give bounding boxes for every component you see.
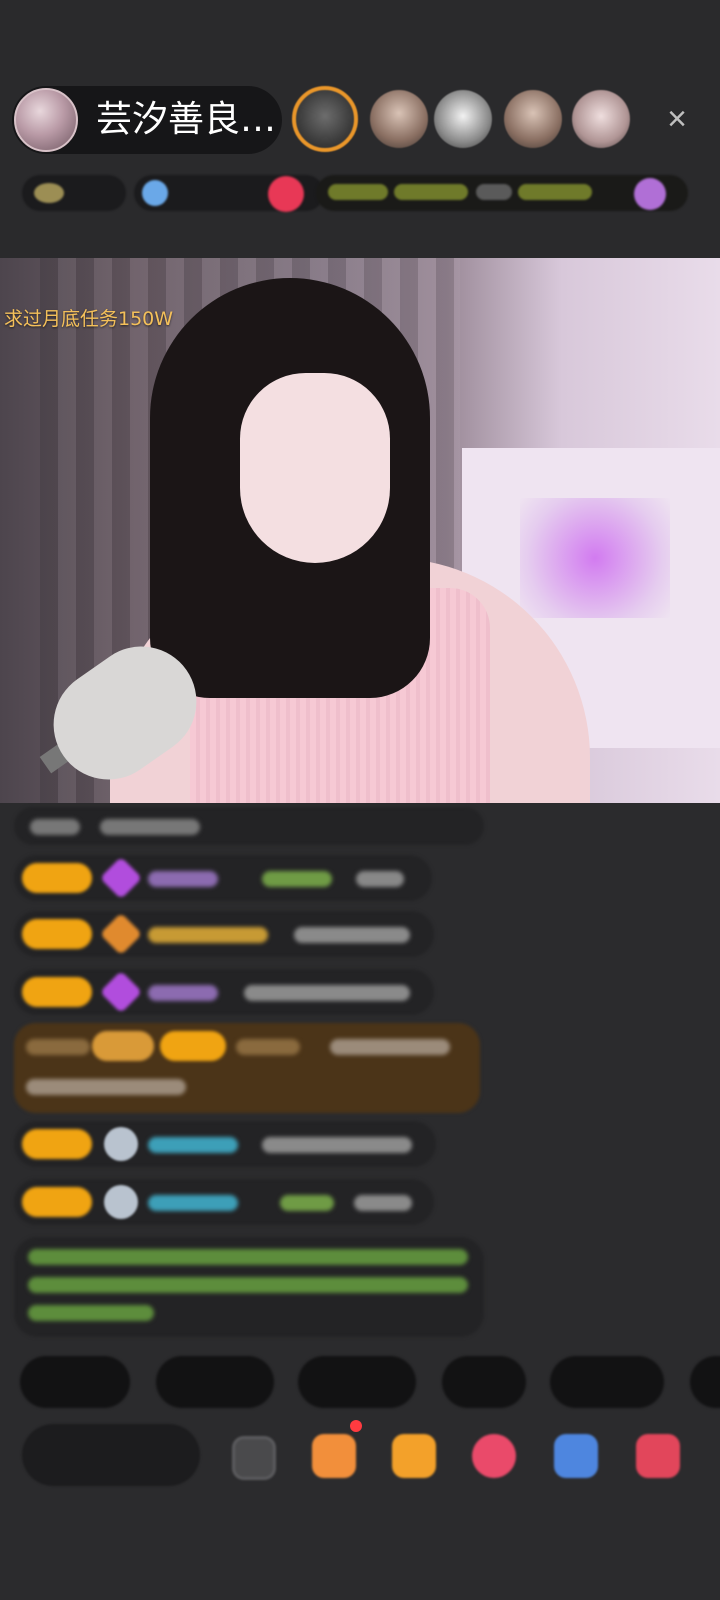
chat-message[interactable] bbox=[14, 807, 484, 845]
quick-reply-chip[interactable] bbox=[442, 1356, 526, 1408]
top-bar: 芸汐善良… × bbox=[0, 0, 720, 260]
viewer-avatar[interactable] bbox=[292, 86, 358, 152]
tag bbox=[518, 184, 592, 200]
quick-reply-chip[interactable] bbox=[156, 1356, 274, 1408]
live-video[interactable]: 求过月底任务150W bbox=[0, 258, 720, 803]
notification-dot bbox=[350, 1420, 362, 1432]
bottom-action-bar bbox=[0, 1418, 720, 1508]
chat-text bbox=[244, 985, 410, 1001]
more-icon[interactable] bbox=[634, 178, 666, 210]
viewer-avatar[interactable] bbox=[572, 90, 630, 148]
stream-info-row bbox=[22, 172, 690, 214]
chat-text bbox=[356, 871, 404, 887]
chat-username bbox=[236, 1039, 300, 1055]
level-badge bbox=[22, 1129, 92, 1159]
quick-reply-chip[interactable] bbox=[550, 1356, 664, 1408]
chat-text bbox=[262, 1137, 412, 1153]
viewer-avatar[interactable] bbox=[504, 90, 562, 148]
chat-text bbox=[354, 1195, 412, 1211]
level-badge bbox=[22, 919, 92, 949]
heart-gift-icon[interactable] bbox=[472, 1434, 516, 1478]
close-icon[interactable]: × bbox=[660, 102, 694, 136]
tag bbox=[394, 184, 468, 200]
host-name[interactable]: 芸汐善良… bbox=[96, 100, 276, 140]
level-badge bbox=[22, 1187, 92, 1217]
tag bbox=[476, 184, 512, 200]
quick-reply-chip[interactable] bbox=[690, 1356, 720, 1408]
level-badge bbox=[22, 863, 92, 893]
chat-text bbox=[330, 1039, 450, 1055]
gift-icon[interactable] bbox=[392, 1434, 436, 1478]
game-icon[interactable] bbox=[554, 1434, 598, 1478]
host-info-pill[interactable]: 芸汐善良… bbox=[12, 86, 282, 154]
chat-username bbox=[148, 871, 218, 887]
rank-icon bbox=[34, 183, 64, 203]
notice-text bbox=[28, 1305, 154, 1321]
chat-text bbox=[262, 871, 332, 887]
user-avatar bbox=[104, 1127, 138, 1161]
level-badge bbox=[22, 977, 92, 1007]
chat-text bbox=[26, 1079, 186, 1095]
quick-reply-chip[interactable] bbox=[298, 1356, 416, 1408]
gift-box-icon[interactable] bbox=[312, 1434, 356, 1478]
fans-icon bbox=[142, 180, 168, 206]
chat-username bbox=[148, 1195, 238, 1211]
chat-text bbox=[100, 819, 200, 835]
chat-username bbox=[148, 1137, 238, 1153]
notice-text bbox=[28, 1249, 468, 1265]
chat-text bbox=[294, 927, 410, 943]
highlighted-chat-message[interactable] bbox=[14, 1023, 480, 1113]
lamp-glow bbox=[520, 498, 670, 618]
quick-reply-chip[interactable] bbox=[20, 1356, 130, 1408]
chat-text bbox=[280, 1195, 334, 1211]
chat-input[interactable] bbox=[22, 1424, 200, 1486]
stream-goal-text: 求过月底任务150W bbox=[4, 308, 174, 330]
tag bbox=[328, 184, 388, 200]
notice-text bbox=[28, 1277, 468, 1293]
chat-username bbox=[148, 927, 268, 943]
quick-reply-row bbox=[0, 1356, 720, 1412]
user-avatar bbox=[104, 1185, 138, 1219]
viewer-avatar[interactable] bbox=[434, 90, 492, 148]
host-avatar[interactable] bbox=[14, 88, 78, 152]
viewer-avatar[interactable] bbox=[370, 90, 428, 148]
chat-text bbox=[30, 819, 80, 835]
fan-badge bbox=[160, 1031, 226, 1061]
heart-icon[interactable] bbox=[268, 176, 304, 212]
chat-username bbox=[148, 985, 218, 1001]
emoji-icon[interactable] bbox=[232, 1436, 276, 1480]
more-icon[interactable] bbox=[636, 1434, 680, 1478]
streamer-face bbox=[240, 373, 390, 563]
level-badge bbox=[92, 1031, 154, 1061]
chat-text bbox=[26, 1039, 90, 1055]
